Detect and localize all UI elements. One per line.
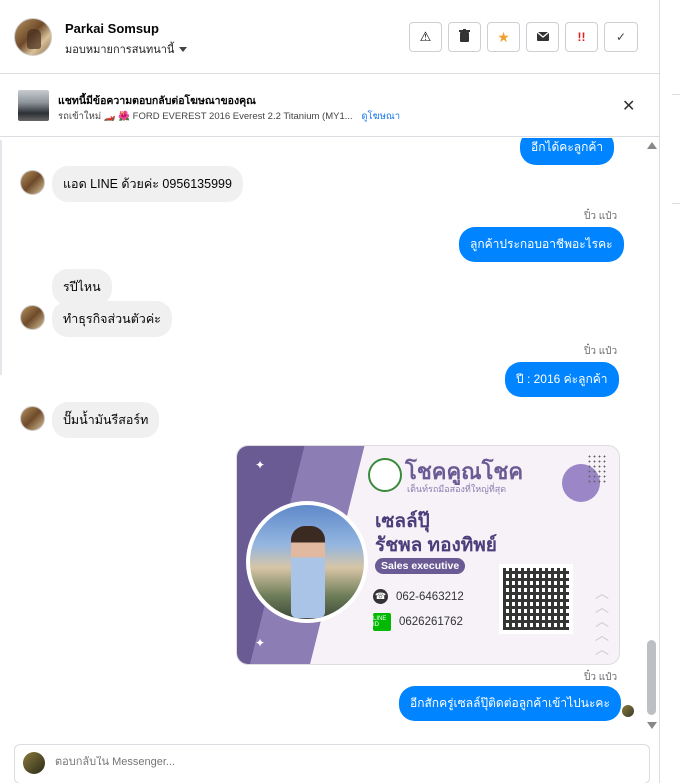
message-outgoing: ลูกค้าประกอบอาชีพอะไรคะ: [459, 227, 624, 262]
header-actions: ⚠ ★ !! ✓: [409, 22, 638, 52]
scroll-down-icon[interactable]: [647, 722, 657, 729]
follow-up-button[interactable]: !!: [565, 22, 598, 52]
check-icon: ✓: [615, 30, 627, 44]
business-card-image[interactable]: ✦ ✦ โชคคูณโชค เต็นท์รถมือสองที่ใหญ่ที่สุ…: [236, 445, 620, 665]
contact-name[interactable]: Parkai Somsup: [65, 21, 159, 36]
sender-name: ปิ๋ว แป๋ว: [584, 672, 618, 683]
divider: [0, 140, 2, 375]
mark-unread-button[interactable]: [526, 22, 559, 52]
close-icon[interactable]: ✕: [622, 96, 635, 116]
chevron-down-icon: [179, 46, 188, 52]
message-incoming: ทำธุรกิจส่วนตัวค่ะ: [52, 301, 172, 337]
card-phone-row: ☎ 062-6463212: [373, 589, 464, 604]
card-phone: 062-6463212: [396, 590, 464, 603]
message-outgoing: ปี : 2016 ค่ะลูกค้า: [505, 362, 619, 397]
banner-subtitle: รถเข้าใหม่ 🏎️ 🌺 FORD EVEREST 2016 Everes…: [58, 109, 400, 124]
card-decoration: [587, 454, 607, 484]
banner-title: แชทนี้มีข้อความตอบกลับต่อโฆษณาของคุณ: [58, 95, 256, 107]
mail-icon: [536, 30, 549, 44]
mark-done-button[interactable]: ✓: [604, 22, 638, 52]
urgent-icon: !!: [577, 30, 586, 44]
ad-description: รถเข้าใหม่ 🏎️ 🌺 FORD EVEREST 2016 Everes…: [58, 111, 353, 122]
contact-avatar-small: [20, 170, 45, 195]
chevron-up-icon: ︿ ︿ ︿ ︿ ︿: [595, 585, 609, 657]
sales-person: [291, 526, 325, 618]
page-avatar: [23, 752, 45, 774]
inbox-page: Parkai Somsup มอบหมายการสนทนานี้ ⚠ ★ !! …: [0, 0, 680, 783]
scrollbar-thumb[interactable]: [647, 640, 656, 715]
ad-reply-banner: แชทนี้มีข้อความตอบกลับต่อโฆษณาของคุณ รถเ…: [0, 74, 660, 137]
reply-input[interactable]: [55, 756, 615, 768]
card-line-id: 0626261762: [399, 616, 463, 628]
card-role: Sales executive: [375, 558, 466, 574]
assign-conversation-dropdown[interactable]: มอบหมายการสนทนานี้: [65, 40, 188, 58]
phone-icon: ☎: [373, 589, 388, 604]
seen-indicator: [622, 705, 634, 717]
qr-code: [499, 564, 573, 634]
conversation-header: Parkai Somsup มอบหมายการสนทนานี้ ⚠ ★ !! …: [0, 0, 660, 74]
adjacent-panel-edge: [660, 0, 680, 783]
message-incoming: ปั๊มน้ำมันรีสอร์ท: [52, 402, 160, 438]
card-line-row: LINE ID 0626261762: [373, 613, 463, 631]
mark-spam-button[interactable]: ⚠: [409, 22, 442, 52]
message-outgoing: อีกได้คะลูกค้า: [520, 138, 615, 165]
card-brand-sub: เต็นท์รถมือสองที่ใหญ่ที่สุด: [407, 484, 507, 494]
card-fullname: รัชพล ทองทิพย์: [375, 535, 497, 556]
star-icon: ★: [497, 28, 510, 45]
contact-avatar-small: [20, 305, 45, 330]
reply-box: [14, 744, 650, 783]
sparkle-icon: ✦: [255, 458, 266, 472]
warning-icon: ⚠: [419, 29, 432, 44]
message-incoming: แอด LINE ด้วยค่ะ 0956135999: [52, 166, 243, 202]
trash-icon: [459, 29, 470, 45]
message-outgoing: อีกสักครู่เซลล์ปุ๊ติดต่อลูกค้าเข้าไปนะคะ: [399, 686, 621, 721]
contact-avatar[interactable]: [14, 18, 52, 56]
view-ad-link[interactable]: ดูโฆษณา: [361, 111, 400, 122]
star-button[interactable]: ★: [487, 22, 520, 52]
assign-label: มอบหมายการสนทนานี้: [65, 44, 175, 56]
brand-logo: [368, 458, 402, 492]
delete-button[interactable]: [448, 22, 481, 52]
line-app-icon: LINE ID: [373, 613, 391, 631]
scroll-up-icon[interactable]: [647, 142, 657, 149]
message-incoming: รปีไหน: [52, 269, 112, 305]
contact-avatar-small: [20, 406, 45, 431]
sender-name: ปิ๋ว แป๋ว: [584, 346, 618, 357]
sender-name: ปิ๋ว แป๋ว: [584, 211, 618, 222]
conversation-panel: Parkai Somsup มอบหมายการสนทนานี้ ⚠ ★ !! …: [0, 0, 660, 783]
ad-thumbnail[interactable]: [18, 90, 49, 121]
sparkle-icon: ✦: [255, 636, 266, 650]
